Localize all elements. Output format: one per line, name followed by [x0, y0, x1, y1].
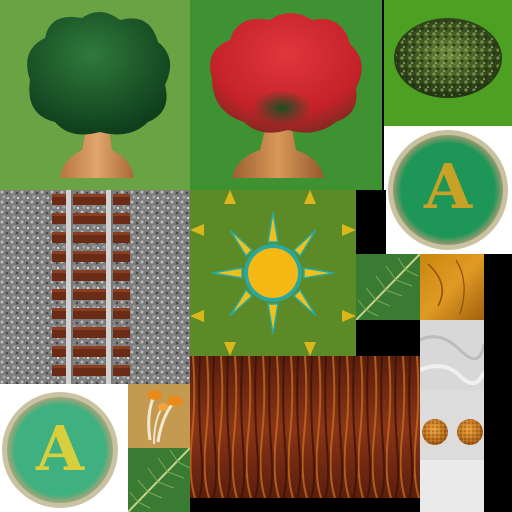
badge-letter: A	[423, 150, 473, 223]
tile-cookies	[420, 390, 484, 512]
tile-mushroom-sprouts	[128, 384, 190, 448]
bush-icon	[394, 18, 502, 98]
badge-letter: A	[35, 412, 85, 485]
tree-icon	[210, 13, 362, 178]
black-strip	[190, 498, 420, 512]
tile-red-tree	[190, 0, 382, 190]
wood-icon	[420, 254, 484, 320]
sprout-icon	[147, 390, 183, 445]
black-strip	[356, 320, 420, 356]
tile-badge-large: A	[384, 126, 512, 254]
black-strip	[356, 190, 386, 254]
leaf-icon	[128, 448, 190, 512]
tile-wood-plank	[420, 254, 484, 320]
cookie-icon	[420, 419, 484, 512]
tile-marble	[420, 320, 484, 390]
tile-railroad	[0, 190, 190, 384]
black-strip	[484, 254, 512, 512]
tree-icon	[27, 11, 171, 178]
tile-bush	[384, 0, 512, 126]
tile-leaf-upper	[356, 254, 420, 320]
bark-icon	[190, 356, 420, 498]
tile-green-tree	[0, 0, 190, 190]
tile-brown-bark	[190, 356, 420, 498]
rail-icon	[0, 190, 190, 384]
tile-sun	[190, 190, 356, 356]
tile-badge-small: A	[0, 384, 128, 512]
marble-icon	[420, 320, 484, 390]
leaf-icon	[356, 254, 420, 320]
tile-leaf-lower	[128, 448, 190, 512]
sun-icon	[190, 190, 356, 356]
